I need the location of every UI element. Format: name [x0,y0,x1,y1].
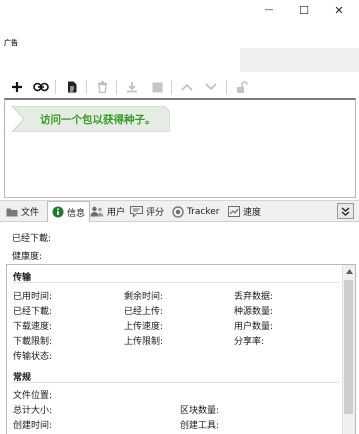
download-limit-label: 下載限制: [13,337,53,347]
add-link-button[interactable] [32,76,50,98]
tab-peers-label: 用户 [107,208,126,218]
hint-text: 访问一个包以获得种子。 [40,114,156,126]
scroll-up-icon[interactable] [346,269,353,274]
download-button[interactable] [123,76,141,98]
tracker-icon [172,205,184,218]
peers-count-label: 用户数量: [234,322,274,332]
collapse-panel-button[interactable] [337,203,354,219]
total-size-label: 总计大小: [13,406,53,416]
share-ratio-label: 分享率: [234,337,265,347]
seeds-label: 种源数量: [234,307,274,317]
scroll-thumb[interactable] [344,280,353,414]
tab-rating-label: 评分 [146,208,165,218]
remaining-time-label: 剩余时间: [124,292,164,302]
ad-banner[interactable] [240,48,359,72]
toolbar-separator [55,80,56,94]
move-down-button[interactable] [202,76,220,98]
section-divider [13,382,339,383]
transfer-status-label: 传输状态: [13,352,53,362]
double-chevron-down-icon [341,207,350,216]
downloaded-summary-label: 已经下載: [12,234,52,244]
unlock-button[interactable] [233,76,251,98]
created-time-label: 创建时间: [13,421,53,431]
move-up-button[interactable] [178,76,196,98]
toolbar-separator [171,80,172,94]
tab-info-label: 信息 [67,208,86,219]
minimize-icon: — [264,5,274,15]
remove-button[interactable] [93,76,111,98]
elapsed-time-label: 已用时间: [13,292,53,302]
block-count-label: 区块数量: [180,406,220,416]
add-torrent-button[interactable] [8,76,26,98]
window-titlebar: — ☐ ✕ [0,0,359,22]
link-icon [33,82,49,92]
trash-icon [97,81,107,93]
chevron-down-icon [205,83,217,91]
speed-icon [228,206,240,217]
toolbar [0,76,359,98]
maximize-button[interactable]: ☐ [287,0,321,20]
plus-icon [12,82,22,92]
section-divider [13,282,339,283]
downloaded-label: 已经下載: [13,307,53,317]
unlock-icon [237,80,248,93]
tab-speed-label: 速度 [243,208,262,218]
health-label: 健康度: [12,252,43,262]
close-button[interactable]: ✕ [322,0,356,20]
users-icon [90,206,104,217]
tab-tracker-label: Tracker [187,206,220,217]
tab-files[interactable]: 文件 [6,202,39,221]
upload-speed-label: 上传速度: [124,322,164,332]
minimize-button[interactable]: — [252,0,286,20]
maximize-icon: ☐ [299,3,309,17]
tab-tracker[interactable]: Tracker [172,202,219,221]
chevron-up-icon [181,83,193,91]
download-icon [127,82,137,93]
toolbar-separator [226,80,227,94]
rating-icon [130,206,143,217]
tab-rating[interactable]: 评分 [130,202,164,221]
uploaded-label: 已经上传: [124,307,164,317]
stop-button[interactable] [148,76,166,98]
tab-files-label: 文件 [21,208,40,218]
wasted-label: 丢弃数据: [234,292,274,302]
file-icon [68,81,77,93]
hint-banner: 访问一个包以获得种子。 [12,106,170,132]
folder-icon [6,208,18,216]
tab-peers[interactable]: 用户 [90,202,125,221]
download-speed-label: 下载速度: [13,322,53,332]
upload-limit-label: 上传限制: [124,337,164,347]
stop-icon [152,82,162,92]
created-tool-label: 创建工具: [180,421,220,431]
tab-speed[interactable]: 速度 [228,202,261,221]
ad-label: 广告 [4,39,18,47]
info-icon [52,206,64,218]
file-location-label: 文件位置: [13,391,53,401]
tab-info[interactable]: 信息 [47,201,91,222]
toolbar-separator [86,80,87,94]
close-icon: ✕ [334,3,344,17]
toolbar-separator [116,80,117,94]
create-torrent-button[interactable] [63,76,81,98]
